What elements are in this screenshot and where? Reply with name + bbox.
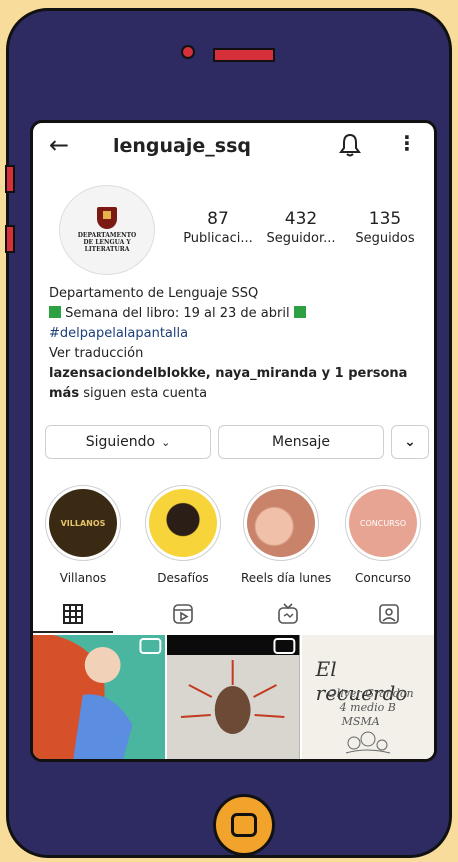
tab-igtv[interactable]: [248, 603, 328, 629]
tab-reels[interactable]: [143, 603, 223, 629]
reels-icon: [173, 604, 193, 624]
phone-side-button-top: [5, 165, 15, 193]
highlight-label: Reels día lunes: [241, 571, 332, 585]
message-button-label: Mensaje: [272, 434, 330, 450]
bio-name: Departamento de Lenguaje SSQ: [49, 286, 259, 301]
green-square-icon: [49, 306, 61, 318]
followed-by-line2[interactable]: más siguen esta cuenta: [49, 386, 207, 401]
highlight-desafios-cover: [149, 489, 217, 557]
stat-posts-value: 87: [207, 209, 229, 229]
highlight-villanos[interactable]: VILLANOS Villanos: [43, 485, 123, 585]
bio-line2: Semana del libro: 19 al 23 de abril: [49, 306, 306, 321]
grid-icon: [63, 604, 83, 624]
profile-username: lenguaje_ssq: [113, 135, 251, 157]
highlight-reels[interactable]: Reels día lunes: [241, 485, 332, 585]
post-subtitle-2: 4 medio B: [339, 701, 396, 714]
message-button[interactable]: Mensaje: [218, 425, 384, 459]
tab-tagged[interactable]: [349, 603, 429, 629]
highlight-label: Concurso: [354, 571, 412, 585]
tab-active-indicator: [33, 631, 113, 633]
highlight-concurso-cover: CONCURSO: [349, 489, 417, 557]
green-square-icon: [293, 306, 306, 318]
following-button-label: Siguiendo: [85, 434, 156, 450]
stat-followers[interactable]: 432 Seguidor...: [261, 209, 341, 246]
stat-following-label: Seguidos: [355, 231, 415, 246]
stat-followers-value: 432: [284, 209, 318, 229]
post-thumbnail[interactable]: El recuerdo Oliver Grandon 4 medio B MSM…: [301, 635, 434, 759]
followed-by-line1[interactable]: lazensaciondelblokke, naya_miranda y 1 p…: [49, 366, 407, 381]
bell-icon[interactable]: [339, 133, 361, 161]
suggested-dropdown-button[interactable]: ⌄: [391, 425, 429, 459]
chevron-down-icon: ⌄: [161, 435, 171, 449]
followed-by-names: lazensaciondelblokke, naya_miranda y 1 p…: [49, 366, 408, 381]
post-thumbnail[interactable]: [33, 635, 166, 759]
stat-posts-label: Publicaci...: [183, 231, 253, 246]
avatar-title: DEPARTAMENTO DE LENGUA Y LITERATURA: [77, 232, 137, 253]
highlight-concurso-cover-text: CONCURSO: [359, 518, 407, 528]
igtv-icon: [278, 603, 298, 624]
highlight-label: Desafíos: [157, 571, 209, 585]
flower-illustration: [345, 731, 390, 754]
crest-logo: [97, 207, 117, 229]
avatar[interactable]: DEPARTAMENTO DE LENGUA Y LITERATURA: [59, 185, 155, 275]
speaker-bar: [213, 48, 275, 62]
back-arrow-icon[interactable]: ←: [49, 133, 69, 157]
stat-following-value: 135: [368, 209, 402, 229]
followed-by-rest: siguen esta cuenta: [83, 386, 208, 401]
highlight-ring: CONCURSO: [345, 485, 421, 561]
translate-link[interactable]: Ver traducción: [49, 346, 143, 361]
stat-following[interactable]: 135 Seguidos: [349, 209, 421, 246]
phone-home-button[interactable]: [213, 794, 275, 856]
following-button[interactable]: Siguiendo ⌄: [45, 425, 211, 459]
posts-grid: El recuerdo Oliver Grandon 4 medio B MSM…: [33, 635, 434, 759]
instagram-screen: ← lenguaje_ssq ⋮ DEPARTAMENTO DE LENGUA …: [30, 120, 437, 762]
bio-line2-text: Semana del libro: 19 al 23 de abril: [65, 306, 290, 321]
phone-side-button-bottom: [5, 225, 15, 253]
followed-by-more: más: [49, 386, 80, 401]
tagged-icon: [379, 604, 399, 624]
highlight-villanos-cover: VILLANOS: [49, 489, 117, 557]
highlight-ring: VILLANOS: [45, 485, 121, 561]
more-icon[interactable]: ⋮: [397, 131, 417, 155]
tab-grid[interactable]: [33, 603, 113, 629]
highlight-label: Villanos: [59, 571, 107, 585]
highlight-reels-cover: [247, 489, 315, 557]
camera-dot: [181, 45, 195, 59]
post-thumbnail[interactable]: [167, 635, 300, 759]
post-subtitle-1: Oliver Grandon: [327, 687, 414, 700]
highlight-desafios[interactable]: Desafíos: [143, 485, 223, 585]
highlight-concurso[interactable]: CONCURSO Concurso: [343, 485, 423, 585]
chevron-down-icon: ⌄: [404, 434, 416, 450]
highlight-villanos-cover-text: VILLANOS: [60, 518, 106, 528]
highlight-ring: [145, 485, 221, 561]
stat-posts[interactable]: 87 Publicaci...: [173, 209, 263, 246]
post-subtitle-3: MSMA: [341, 715, 380, 728]
bio-hashtag[interactable]: #delpapelalapantalla: [49, 326, 188, 341]
stat-followers-label: Seguidor...: [266, 231, 336, 246]
highlight-ring: [243, 485, 319, 561]
phone-home-icon: [231, 813, 257, 837]
